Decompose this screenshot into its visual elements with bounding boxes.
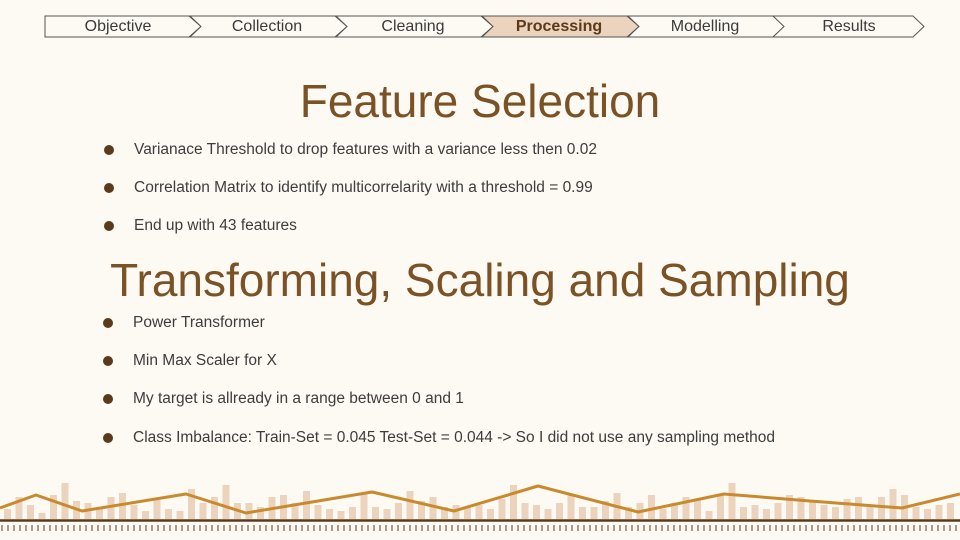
decorative-bar bbox=[395, 503, 402, 519]
decorative-bar bbox=[314, 505, 322, 519]
decorative-bar bbox=[820, 505, 828, 519]
decorative-bar bbox=[567, 495, 575, 519]
slide: Objective Collection Cleaning Processing… bbox=[0, 0, 960, 540]
bullet-dot-icon bbox=[103, 318, 113, 328]
breadcrumb: Objective Collection Cleaning Processing… bbox=[0, 0, 960, 50]
bullet-dot-icon bbox=[103, 394, 113, 404]
bullet-dot-icon bbox=[103, 433, 113, 443]
bullet-text: Correlation Matrix to identify multicorr… bbox=[134, 179, 593, 196]
bullet-text: Min Max Scaler for X bbox=[133, 352, 277, 369]
bullet-text: Class Imbalance: Train-Set = 0.045 Test-… bbox=[133, 429, 776, 446]
decorative-bar bbox=[406, 491, 414, 519]
decorative-bar bbox=[544, 509, 552, 519]
bullet-text: My target is allready in a range between… bbox=[133, 390, 464, 407]
decorative-bar bbox=[176, 511, 184, 519]
bullet-text: Power Transformer bbox=[133, 314, 265, 331]
decorative-bar bbox=[360, 493, 368, 519]
step-label: Results bbox=[822, 18, 876, 35]
decorative-bar bbox=[832, 507, 839, 519]
decorative-bar bbox=[935, 505, 943, 519]
decorative-bar bbox=[349, 507, 356, 519]
decorative-bar bbox=[27, 505, 34, 519]
bullet-dot-icon bbox=[104, 183, 114, 193]
decorative-bar bbox=[751, 505, 759, 519]
decorative-bar bbox=[475, 505, 483, 519]
decorative-bar bbox=[61, 483, 69, 519]
bullet-text: End up with 43 features bbox=[134, 217, 297, 234]
decorative-bar bbox=[383, 509, 391, 519]
decorative-bar bbox=[38, 513, 46, 519]
step-label: Modelling bbox=[670, 18, 740, 35]
step-label: Collection bbox=[231, 18, 303, 35]
step-objective[interactable]: Objective bbox=[44, 15, 203, 38]
bullet-dot-icon bbox=[104, 221, 114, 231]
decorative-bar bbox=[590, 507, 598, 519]
decorative-bar bbox=[717, 495, 724, 519]
decorative-bar bbox=[740, 507, 747, 519]
feature-selection-title: Feature Selection bbox=[299, 75, 661, 127]
decorative-bar bbox=[165, 509, 172, 519]
decorative-bar bbox=[912, 507, 920, 519]
decorative-bar bbox=[498, 499, 506, 519]
step-label: Objective bbox=[84, 18, 152, 35]
step-cleaning[interactable]: Cleaning bbox=[335, 15, 494, 38]
decorative-bar bbox=[705, 511, 713, 519]
decorative-bar bbox=[337, 511, 345, 519]
decorative-bar bbox=[924, 509, 931, 519]
decorative-bar bbox=[728, 483, 736, 519]
decorative-bar bbox=[222, 485, 230, 519]
bullet-dot-icon bbox=[104, 145, 114, 155]
decorative-bar bbox=[648, 495, 655, 519]
decorative-bar bbox=[4, 509, 11, 519]
decorative-bar bbox=[947, 503, 954, 519]
decorative-bar bbox=[326, 509, 333, 519]
transforming-title: Transforming, Scaling and Sampling bbox=[110, 254, 850, 306]
bullet-dot-icon bbox=[103, 356, 113, 366]
decorative-bar bbox=[211, 497, 218, 519]
decorative-bar bbox=[533, 505, 540, 519]
step-processing[interactable]: Processing bbox=[481, 15, 640, 38]
decorative-ticks bbox=[1, 525, 957, 531]
step-label: Processing bbox=[515, 18, 603, 35]
decorative-bar bbox=[521, 503, 529, 519]
decorative-bar bbox=[694, 499, 701, 519]
step-results[interactable]: Results bbox=[772, 15, 926, 38]
decorative-bar bbox=[809, 501, 816, 519]
decorative-bar bbox=[487, 509, 494, 519]
decorative-footer-graphic bbox=[0, 483, 960, 531]
decorative-bar bbox=[763, 509, 770, 519]
decorative-bar bbox=[843, 499, 851, 519]
decorative-bar bbox=[372, 507, 379, 519]
decorative-bar bbox=[142, 511, 149, 519]
decorative-bar bbox=[774, 503, 782, 519]
step-label: Cleaning bbox=[381, 18, 445, 35]
decorative-bar bbox=[199, 503, 207, 519]
bullet-text: Varianace Threshold to drop features wit… bbox=[134, 141, 597, 158]
decorative-bar bbox=[579, 507, 586, 519]
decorative-bar bbox=[153, 499, 161, 519]
decorative-bar bbox=[50, 495, 57, 519]
decorative-bar bbox=[303, 491, 310, 519]
decorative-bar bbox=[889, 489, 897, 519]
decorative-bar bbox=[130, 505, 138, 519]
decorative-bar bbox=[659, 509, 667, 519]
decorative-bar bbox=[510, 485, 517, 519]
decorative-bar bbox=[866, 507, 874, 519]
decorative-bar bbox=[855, 497, 862, 519]
decorative-bar bbox=[556, 503, 563, 519]
step-collection[interactable]: Collection bbox=[189, 15, 348, 38]
step-modelling[interactable]: Modelling bbox=[627, 15, 786, 38]
